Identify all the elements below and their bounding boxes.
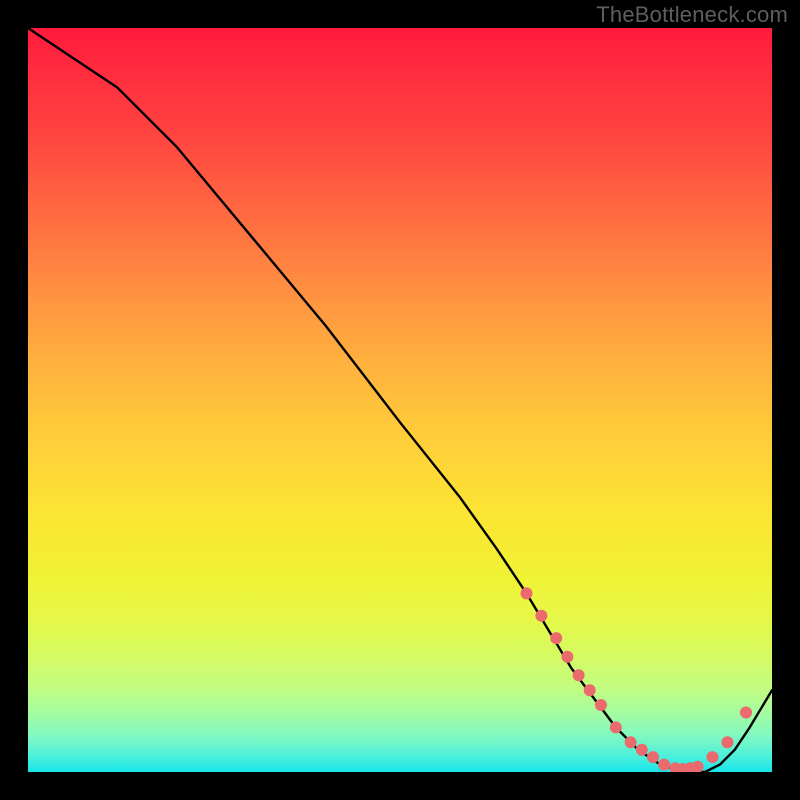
highlight-marker xyxy=(625,736,637,748)
highlight-marker xyxy=(740,707,752,719)
highlight-marker xyxy=(550,632,562,644)
highlight-marker xyxy=(561,651,573,663)
highlight-marker xyxy=(707,751,719,763)
highlight-marker xyxy=(692,761,704,772)
highlight-marker xyxy=(658,759,670,771)
highlight-marker xyxy=(535,610,547,622)
highlight-marker xyxy=(595,699,607,711)
highlight-marker xyxy=(721,736,733,748)
highlight-marker xyxy=(573,669,585,681)
highlight-marker xyxy=(647,751,659,763)
chart-frame: TheBottleneck.com xyxy=(0,0,800,800)
bottleneck-curve xyxy=(28,28,772,772)
highlight-marker xyxy=(610,721,622,733)
marker-group xyxy=(521,587,753,772)
plot-area xyxy=(28,28,772,772)
highlight-marker xyxy=(584,684,596,696)
curve-layer xyxy=(28,28,772,772)
highlight-marker xyxy=(521,587,533,599)
highlight-marker xyxy=(636,744,648,756)
watermark-label: TheBottleneck.com xyxy=(596,2,788,28)
